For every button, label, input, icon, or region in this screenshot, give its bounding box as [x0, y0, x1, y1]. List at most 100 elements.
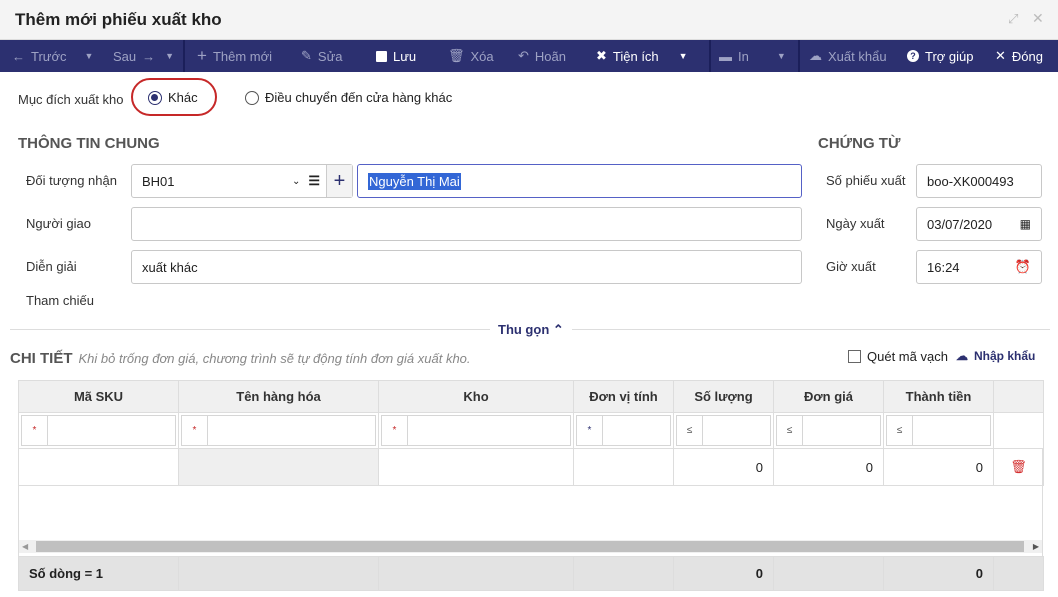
filter-op[interactable]: ≤ — [677, 416, 703, 445]
next-button[interactable]: Sau → ▼ — [113, 40, 174, 72]
undo-icon: ↶ — [518, 48, 529, 63]
print-label: In — [738, 48, 749, 64]
toolbar: ← Trước ▼ Sau → ▼ + Thêm mới ✎ Sửa Lưu 🗑 Xóa ↶ H… — [0, 40, 1058, 72]
col-amount[interactable]: Thành tiền — [883, 380, 994, 413]
recipient-name-input[interactable]: Nguyễn Thị Mai — [357, 164, 802, 198]
divider — [798, 40, 800, 72]
col-sku[interactable]: Mã SKU — [18, 380, 179, 413]
table-row[interactable]: 0 0 0 🗑 — [18, 448, 1044, 486]
voucher-number-value: boo-XK000493 — [927, 173, 1014, 189]
scroll-left-icon[interactable]: ◀ — [19, 540, 28, 553]
filter-amount[interactable]: ≤ — [886, 415, 991, 446]
chevron-down-icon[interactable]: ⌄ — [292, 176, 300, 187]
prev-button[interactable]: ← Trước ▼ — [12, 40, 93, 72]
detail-grid: Mã SKU Tên hàng hóa Kho Đơn vị tính Số l… — [18, 380, 1044, 486]
trash-icon: 🗑 — [448, 48, 465, 63]
filter-op[interactable]: * — [182, 416, 208, 445]
alarm-clock-icon[interactable]: ⏰ — [1015, 259, 1031, 275]
description-label: Diễn giải — [26, 259, 77, 274]
arrow-right-icon: → — [142, 48, 156, 64]
maximize-icon[interactable]: ⤢ — [1008, 11, 1018, 27]
deliverer-input[interactable] — [131, 207, 802, 241]
date-value: 03/07/2020 — [927, 216, 993, 232]
scroll-right-icon[interactable]: ▶ — [1033, 540, 1039, 553]
cell-warehouse[interactable] — [378, 448, 574, 486]
export-button[interactable]: ☁ Xuất khẩu — [809, 40, 887, 72]
col-unit[interactable]: Đơn vị tính — [573, 380, 674, 413]
filter-op[interactable]: * — [382, 416, 408, 445]
edit-button[interactable]: ✎ Sửa — [301, 40, 343, 72]
date-input[interactable]: 03/07/2020 ▦ — [916, 207, 1042, 241]
voucher-number-input[interactable]: boo-XK000493 — [916, 164, 1042, 198]
filter-op[interactable]: ≤ — [887, 416, 913, 445]
help-button[interactable]: ? Trợ giúp — [907, 40, 974, 72]
window-title: Thêm mới phiếu xuất kho — [15, 10, 222, 29]
caret-down-icon[interactable]: ▼ — [165, 51, 174, 61]
cell-unit[interactable] — [573, 448, 674, 486]
delete-label: Xóa — [470, 48, 494, 64]
recipient-name-value: Nguyễn Thị Mai — [368, 172, 461, 190]
print-button[interactable]: ▬ In ▼ — [719, 40, 786, 72]
cell-amount[interactable]: 0 — [883, 448, 994, 486]
barcode-checkbox[interactable]: Quét mã vạch — [848, 349, 948, 364]
prev-label: Trước — [31, 48, 67, 64]
calendar-icon[interactable]: ▦ — [1020, 217, 1031, 231]
cell-sku[interactable] — [18, 448, 179, 486]
filter-sku[interactable]: * — [21, 415, 176, 446]
col-name[interactable]: Tên hàng hóa — [178, 380, 379, 413]
save-button[interactable]: Lưu — [376, 40, 416, 72]
export-label: Xuất khẩu — [828, 48, 887, 64]
radio-label: Khác — [168, 90, 198, 105]
filter-qty[interactable]: ≤ — [676, 415, 771, 446]
time-input[interactable]: 16:24 ⏰ — [916, 250, 1042, 284]
add-button[interactable]: + Thêm mới — [197, 40, 272, 72]
col-price[interactable]: Đơn giá — [773, 380, 884, 413]
barcode-label: Quét mã vạch — [867, 349, 948, 364]
radio-other[interactable]: Khác — [148, 90, 198, 105]
collapse-toggle[interactable]: Thu gọn ⌃ — [490, 322, 572, 338]
utilities-button[interactable]: ✖ Tiện ích ▼ — [596, 40, 688, 72]
cell-qty[interactable]: 0 — [673, 448, 774, 486]
filter-unit[interactable]: * — [576, 415, 671, 446]
date-label: Ngày xuất — [826, 216, 885, 231]
close-button[interactable]: ✕ Đóng — [995, 40, 1043, 72]
recipient-label: Đối tượng nhận — [26, 173, 117, 188]
filter-op[interactable]: ≤ — [777, 416, 803, 445]
search-list-icon[interactable]: ☰ — [308, 173, 320, 189]
radio-checked-icon — [148, 90, 162, 105]
col-qty[interactable]: Số lượng — [673, 380, 774, 413]
description-input[interactable]: xuất khác — [131, 250, 802, 284]
utilities-label: Tiện ích — [612, 48, 659, 64]
row-count: Số dòng = 1 — [18, 556, 179, 591]
import-button[interactable]: ☁ Nhập khẩu — [956, 349, 1035, 363]
filter-op[interactable]: * — [577, 416, 603, 445]
col-actions — [993, 380, 1044, 413]
edit-label: Sửa — [317, 48, 343, 64]
general-heading: THÔNG TIN CHUNG — [18, 135, 160, 152]
radio-unchecked-icon — [245, 90, 259, 105]
delete-button[interactable]: 🗑 Xóa — [448, 40, 494, 72]
undo-button[interactable]: ↶ Hoãn — [518, 40, 566, 72]
filter-warehouse[interactable]: * — [381, 415, 571, 446]
col-warehouse[interactable]: Kho — [378, 380, 574, 413]
close-window-icon[interactable]: ✕ — [1032, 10, 1044, 27]
caret-down-icon[interactable]: ▼ — [777, 51, 786, 61]
caret-down-icon[interactable]: ▼ — [679, 51, 688, 61]
radio-transfer[interactable]: Điều chuyển đến cửa hàng khác — [245, 90, 452, 105]
caret-down-icon[interactable]: ▼ — [85, 51, 94, 61]
filter-name[interactable]: * — [181, 415, 376, 446]
delete-row-icon[interactable]: 🗑 — [993, 448, 1044, 486]
cell-price[interactable]: 0 — [773, 448, 884, 486]
header-row: Mã SKU Tên hàng hóa Kho Đơn vị tính Số l… — [18, 380, 1044, 413]
filter-op[interactable]: * — [22, 416, 48, 445]
chevron-up-icon: ⌃ — [552, 322, 564, 337]
filter-price[interactable]: ≤ — [776, 415, 881, 446]
horizontal-scrollbar[interactable]: ◀ ▶ — [19, 540, 1042, 553]
filter-row: * * * * ≤ ≤ ≤ — [18, 412, 1044, 449]
pencil-icon: ✎ — [301, 48, 312, 63]
add-recipient-icon[interactable]: + — [326, 165, 352, 197]
recipient-code-combo[interactable]: BH01 ⌄ ☰ + — [131, 164, 353, 198]
footer-row: Số dòng = 1 0 0 — [18, 556, 1044, 591]
scrollbar-thumb[interactable] — [36, 541, 1024, 552]
voucher-number-label: Số phiếu xuất — [826, 173, 906, 188]
